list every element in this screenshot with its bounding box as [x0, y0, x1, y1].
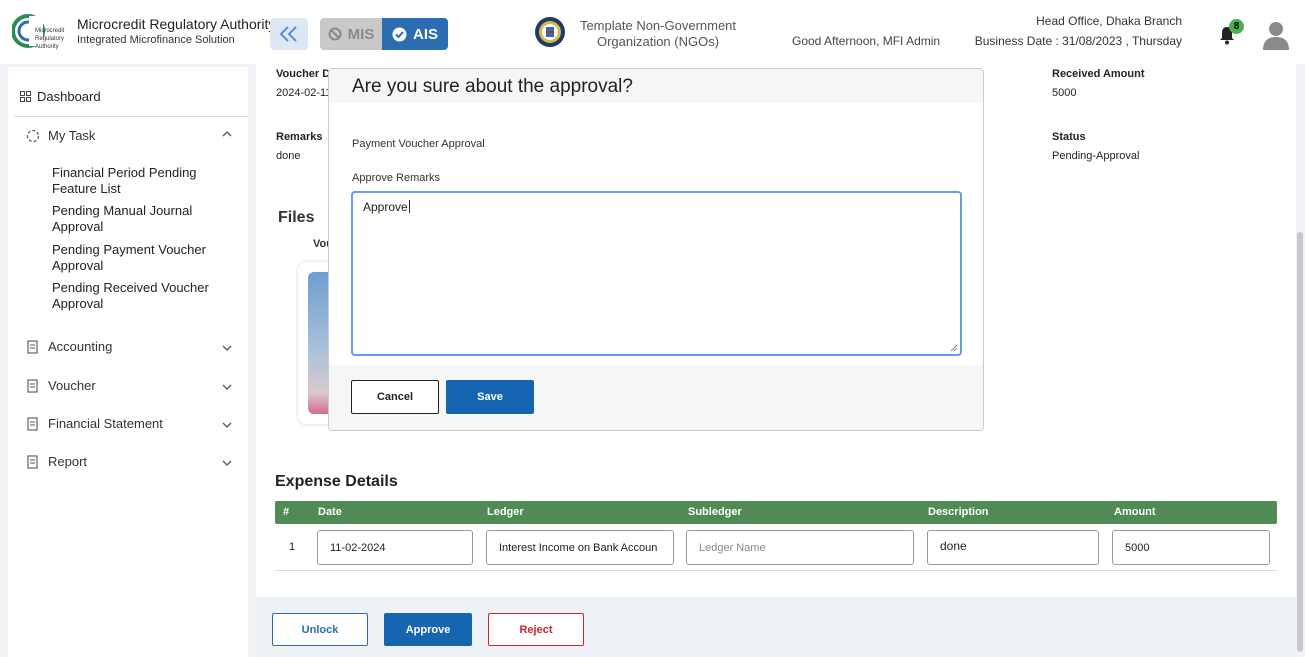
sidebar-subitem-financial-period[interactable]: Financial Period Pending Feature List [52, 165, 222, 197]
document-icon [27, 339, 38, 354]
status-label: Status [1052, 131, 1086, 143]
mis-label: MIS [347, 25, 375, 43]
module-toggle: MIS AIS [320, 18, 448, 50]
date-input[interactable]: 11-02-2024 [317, 530, 473, 565]
received-amount-value: 5000 [1052, 87, 1077, 99]
chevron-down-icon [222, 422, 232, 428]
row-number: 1 [289, 541, 296, 553]
modal-subtitle: Payment Voucher Approval [352, 138, 485, 150]
remarks-label: Remarks [276, 131, 323, 143]
amount-input[interactable]: 5000 [1112, 530, 1270, 565]
grid-icon [20, 91, 31, 102]
chevron-down-icon [222, 460, 232, 466]
ledger-input[interactable]: Interest Income on Bank Accoun [486, 530, 674, 565]
approval-modal: Are you sure about the approval? Payment… [328, 68, 984, 431]
org-subtitle: Integrated Microfinance Solution [77, 34, 235, 46]
sidebar-subitem-manual-journal[interactable]: Pending Manual Journal Approval [52, 203, 222, 235]
reject-button[interactable]: Reject [488, 613, 584, 646]
branch-name: Head Office, Dhaka Branch [1036, 14, 1182, 28]
sidebar-item-label: My Task [48, 128, 96, 143]
sidebar-item-dashboard[interactable]: Dashboard [20, 89, 101, 104]
check-circle-icon [392, 27, 407, 41]
voucher-date-value: 2024-02-11 [276, 87, 332, 99]
sidebar-subitem-payment-voucher[interactable]: Pending Payment Voucher Approval [52, 242, 222, 274]
app-header: Microcredit Regulatory Authority Microcr… [0, 0, 1305, 64]
sidebar-item-financial-statement[interactable]: Financial Statement [26, 416, 232, 431]
chevron-down-icon [222, 384, 232, 390]
sidebar-subitem-received-voucher[interactable]: Pending Received Voucher Approval [52, 280, 222, 312]
subledger-input[interactable]: Ledger Name [686, 530, 914, 565]
files-title: Files [278, 209, 315, 226]
received-amount-label: Received Amount [1052, 68, 1145, 80]
column-header: Date [318, 506, 342, 518]
approve-remarks-label: Approve Remarks [352, 172, 441, 184]
status-value: Pending-Approval [1052, 150, 1140, 162]
document-icon [27, 416, 38, 431]
ais-toggle-button[interactable]: AIS [382, 18, 448, 50]
cancel-button[interactable]: Cancel [351, 380, 439, 414]
business-date: Business Date : 31/08/2023 , Thursday [974, 34, 1182, 48]
document-icon [27, 454, 38, 469]
notification-badge: 8 [1229, 19, 1244, 34]
org-name: Microcredit Regulatory Authority [77, 16, 276, 32]
svg-text:Regulatory: Regulatory [35, 36, 64, 42]
ban-icon [328, 27, 342, 41]
sidebar-item-label: Dashboard [37, 89, 101, 104]
remarks-value: done [276, 150, 301, 162]
sidebar-item-label: Voucher [48, 378, 96, 393]
mis-toggle-button[interactable]: MIS [320, 18, 382, 50]
svg-text:Authority: Authority [35, 44, 59, 50]
description-textarea[interactable]: done [927, 530, 1099, 565]
sidebar-collapse-button[interactable] [270, 18, 308, 50]
approve-button[interactable]: Approve [384, 613, 472, 646]
remarks-text: Approve [363, 200, 408, 214]
svg-text:Microcredit: Microcredit [35, 28, 65, 34]
spinner-icon [26, 129, 40, 142]
column-header: Amount [1114, 506, 1156, 518]
sidebar-item-accounting[interactable]: Accounting [26, 339, 232, 354]
column-header: Ledger [487, 506, 524, 518]
modal-title: Are you sure about the approval? [352, 76, 633, 97]
approve-remarks-textarea[interactable]: Approve [351, 191, 962, 356]
table-header: # Date Ledger Subledger Description Amou… [275, 501, 1277, 524]
mra-logo-icon: Microcredit Regulatory Authority [12, 14, 65, 50]
voucher-date-label: Voucher D [276, 68, 331, 80]
column-header: Subledger [688, 506, 742, 518]
sidebar-item-my-task[interactable]: My Task [26, 128, 232, 143]
column-header: # [283, 506, 290, 518]
sidebar-item-label: Report [48, 454, 88, 469]
resize-handle-icon[interactable] [950, 344, 958, 352]
sidebar-divider [14, 116, 248, 117]
page-scrollbar[interactable] [1297, 232, 1303, 652]
user-avatar-icon[interactable] [1262, 20, 1290, 50]
sidebar-item-report[interactable]: Report [26, 454, 232, 469]
save-button[interactable]: Save [446, 380, 534, 414]
sidebar-item-voucher[interactable]: Voucher [26, 378, 232, 393]
unlock-button[interactable]: Unlock [272, 613, 368, 646]
ngo-name: Template Non-Government Organization (NG… [579, 18, 737, 49]
document-icon [27, 378, 38, 393]
government-seal-icon [535, 17, 565, 47]
chevron-down-icon [222, 345, 232, 351]
greeting-text: Good Afternoon, MFI Admin [792, 34, 941, 48]
chevron-up-icon [222, 131, 232, 137]
sidebar: Dashboard My Task Financial Period Pendi… [8, 67, 248, 657]
double-chevron-left-icon [279, 26, 297, 42]
row-divider [275, 570, 1277, 571]
sidebar-item-label: Accounting [48, 339, 113, 354]
ais-label: AIS [412, 25, 438, 43]
modal-header: Are you sure about the approval? [329, 69, 983, 103]
expense-details-title: Expense Details [275, 473, 398, 490]
text-caret [408, 200, 410, 213]
column-header: Description [928, 506, 989, 518]
sidebar-item-label: Financial Statement [48, 416, 163, 431]
